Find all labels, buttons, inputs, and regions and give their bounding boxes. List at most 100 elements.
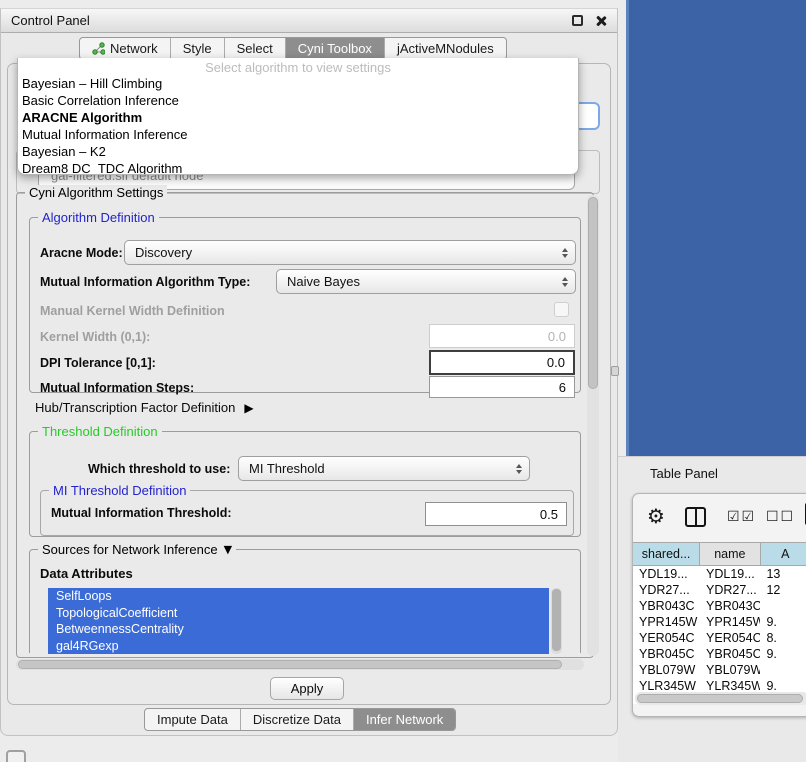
settings-vertical-scrollbar[interactable] (587, 195, 599, 656)
table-cell (760, 598, 806, 614)
tab-label: Select (237, 41, 273, 56)
table-row[interactable]: YBR043CYBR043C (633, 598, 806, 614)
table-cell: YDL19... (633, 566, 700, 582)
tab-cyni-toolbox[interactable]: Cyni Toolbox (286, 38, 385, 59)
which-threshold-label: Which threshold to use: (88, 462, 230, 476)
control-panel-titlebar: Control Panel (1, 9, 617, 33)
manual-kernel-checkbox[interactable] (554, 302, 569, 317)
algorithm-dropdown-placeholder: Select algorithm to view settings (18, 60, 578, 75)
unchecked-boxes-icon[interactable]: ☐☐ (766, 509, 795, 525)
table-row[interactable]: YBL079WYBL079W (633, 662, 806, 678)
table-cell: YER054C (633, 630, 700, 646)
control-panel-window: Control Panel NetworkStyle Select Cyni Too… (0, 8, 618, 736)
table-cell: YER054C (700, 630, 760, 646)
window-controls (572, 15, 607, 27)
split-columns-icon[interactable] (685, 507, 706, 527)
panel-divider-handle[interactable] (611, 366, 619, 376)
float-icon[interactable] (572, 15, 583, 26)
mi-type-label: Mutual Information Algorithm Type: (40, 275, 250, 289)
aracne-mode-select[interactable]: Discovery (124, 240, 576, 265)
mi-threshold-definition-group: MI Threshold Definition Mutual Informati… (40, 490, 574, 536)
data-attribute-item[interactable]: TopologicalCoefficient (48, 605, 549, 622)
table-row[interactable]: YDR27...YDR27...12 (633, 582, 806, 598)
algorithm-option[interactable]: Bayesian – Hill Climbing (18, 75, 578, 92)
tab-infer-network[interactable]: Infer Network (354, 709, 455, 730)
table-cell: YPR145W (700, 614, 760, 630)
column-header[interactable]: A (761, 543, 806, 565)
table-cell: YBR043C (700, 598, 760, 614)
table-row[interactable]: YBR045CYBR045C9. (633, 646, 806, 662)
network-icon (92, 42, 105, 55)
control-panel-tab-bar: NetworkStyle Select Cyni ToolboxjActiveMNo… (79, 37, 507, 60)
table-cell: YBL079W (700, 662, 760, 678)
aracne-mode-label: Aracne Mode: (40, 246, 123, 260)
table-cell: YDR27... (700, 582, 760, 598)
dpi-tolerance-input[interactable]: 0.0 (429, 350, 575, 375)
table-row[interactable]: YPR145WYPR145W9. (633, 614, 806, 630)
tab-jactivemnodules[interactable]: jActiveMNodules (385, 38, 506, 59)
desktop-background: GALGAL80GAL10GAL1GAL11GAL4SWI4GCY1HAP4YH… (626, 0, 806, 456)
algorithm-option[interactable]: Bayesian – K2 (18, 143, 578, 160)
table-panel-title: Table Panel (650, 466, 718, 481)
settings-horizontal-scrollbar[interactable] (16, 659, 584, 670)
data-attribute-item[interactable]: gal4RGexp (48, 638, 549, 655)
table-cell: YDL19... (700, 566, 760, 582)
combo-spinner-icon (516, 464, 522, 474)
sources-group-title[interactable]: Sources for Network Inference ▼ (38, 542, 236, 557)
tab-network[interactable]: Network (80, 38, 171, 59)
algorithm-option[interactable]: Basic Correlation Inference (18, 92, 578, 109)
hub-definition-expander[interactable]: Hub/Transcription Factor Definition ▶ (35, 400, 254, 415)
close-icon[interactable] (595, 15, 607, 27)
mi-type-select[interactable]: Naive Bayes (276, 269, 576, 294)
node-table-window: ⚙ ☑☑ ☐☐ shared...nameA YDL19...YDL19...1… (632, 493, 806, 717)
sources-title-text: Sources for Network Inference (42, 542, 218, 557)
data-attribute-item[interactable]: SelfLoops (48, 588, 549, 605)
algorithm-option[interactable]: Dream8 DC_TDC Algorithm (18, 160, 578, 175)
table-cell: 12 (760, 582, 806, 598)
kernel-width-label: Kernel Width (0,1): (40, 330, 150, 344)
table-cell: 9. (760, 646, 806, 662)
data-attribute-item[interactable]: BetweennessCentrality (48, 621, 549, 638)
algorithm-option[interactable]: Mutual Information Inference (18, 126, 578, 143)
attributes-list-scrollbar[interactable] (551, 588, 562, 654)
algorithm-dropdown-popup: Select algorithm to view settings Bayesi… (17, 58, 579, 175)
cyni-algorithm-settings-group: Cyni Algorithm Settings Algorithm Defini… (16, 192, 594, 658)
corner-widget-icon[interactable] (6, 750, 26, 762)
table-horizontal-scrollbar[interactable] (635, 692, 806, 705)
table-header-row: shared...nameA (633, 542, 806, 566)
tab-label: Discretize Data (253, 712, 341, 727)
aracne-mode-value: Discovery (135, 245, 192, 260)
column-header[interactable]: shared... (633, 543, 700, 565)
expander-right-icon: ▶ (244, 401, 253, 415)
tab-select[interactable]: Select (225, 38, 286, 59)
table-cell: YBL079W (633, 662, 700, 678)
table-row[interactable]: YER054CYER054C8. (633, 630, 806, 646)
gear-icon[interactable]: ⚙ (647, 505, 665, 527)
group-title: Algorithm Definition (38, 210, 159, 225)
table-cell: YBR045C (633, 646, 700, 662)
column-header[interactable]: name (700, 543, 760, 565)
tab-style[interactable]: Style (171, 38, 225, 59)
mi-steps-label: Mutual Information Steps: (40, 381, 194, 395)
data-attributes-list[interactable]: SelfLoopsTopologicalCoefficientBetweenne… (48, 588, 549, 654)
group-title: Threshold Definition (38, 424, 162, 439)
threshold-definition-group: Threshold Definition Which threshold to … (29, 431, 581, 537)
kernel-width-input[interactable]: 0.0 (429, 324, 575, 348)
mi-steps-input[interactable]: 6 (429, 376, 575, 398)
table-cell: YPR145W (633, 614, 700, 630)
table-row[interactable]: YDL19...YDL19...13 (633, 566, 806, 582)
table-cell: 8. (760, 630, 806, 646)
tab-discretize-data[interactable]: Discretize Data (241, 709, 354, 730)
tab-label: Infer Network (366, 712, 443, 727)
tab-impute-data[interactable]: Impute Data (145, 709, 241, 730)
hub-definition-label: Hub/Transcription Factor Definition (35, 400, 235, 415)
table-cell: YBR045C (700, 646, 760, 662)
apply-button[interactable]: Apply (270, 677, 344, 700)
algorithm-option[interactable]: ARACNE Algorithm (18, 109, 578, 126)
combo-spinner-icon (562, 248, 568, 258)
which-threshold-select[interactable]: MI Threshold (238, 456, 530, 481)
algorithm-dropdown-list: Bayesian – Hill ClimbingBasic Correlatio… (18, 75, 578, 175)
table-cell (760, 662, 806, 678)
mi-threshold-input[interactable]: 0.5 (425, 502, 567, 526)
checked-boxes-icon[interactable]: ☑☑ (727, 509, 756, 525)
